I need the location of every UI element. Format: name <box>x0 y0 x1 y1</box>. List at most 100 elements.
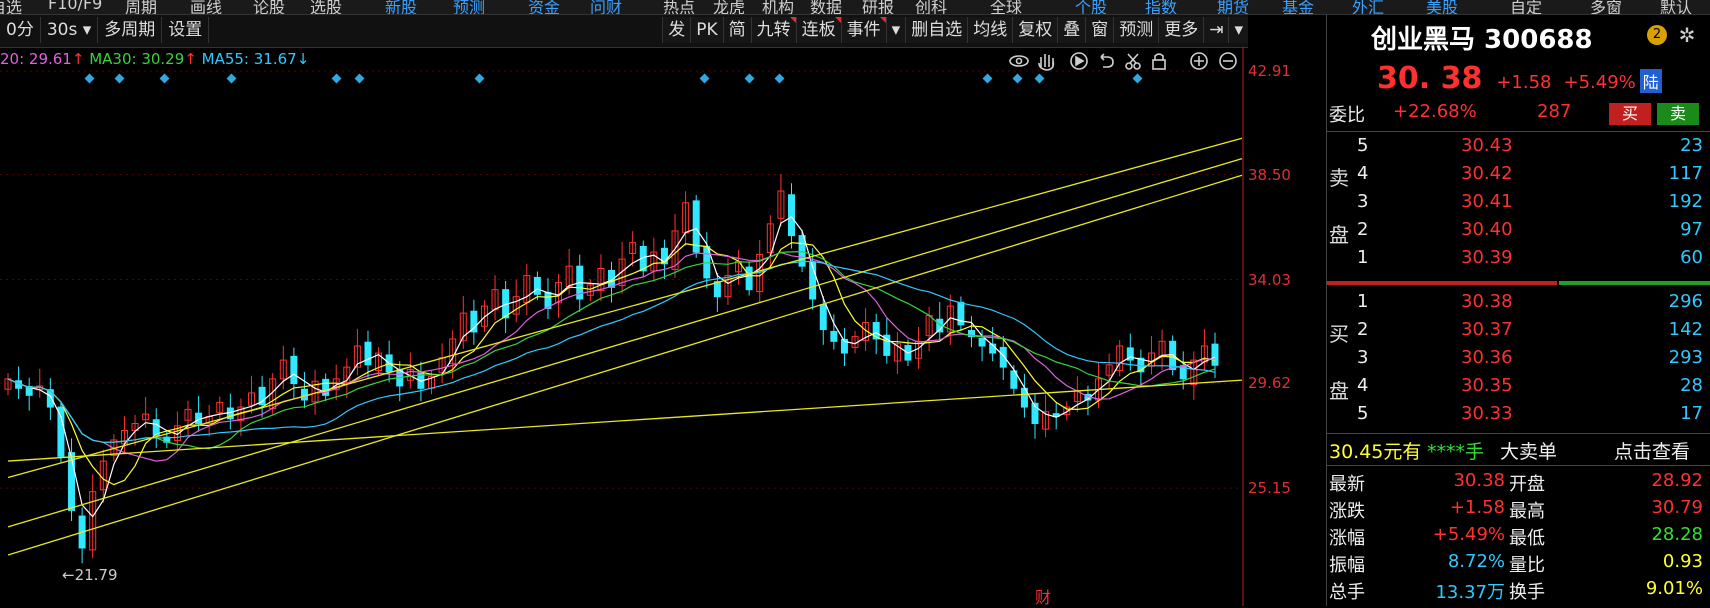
ask-row[interactable]: 2 30.40 97 <box>1327 219 1710 246</box>
toolbar-right-item[interactable]: 九转 <box>750 17 796 43</box>
event-marker-icon <box>354 73 365 84</box>
menu-item[interactable]: 个股 <box>1075 0 1107 14</box>
eye-icon[interactable] <box>1009 55 1029 67</box>
level-badge-icon[interactable]: 2 <box>1647 25 1667 45</box>
toolbar-right-item[interactable]: 简 <box>722 17 751 43</box>
menu-item[interactable]: 资金 <box>528 0 560 14</box>
price-axis-tick: 42.91 <box>1248 62 1291 80</box>
event-marker-icon <box>1012 73 1023 84</box>
toolbar-right-item[interactable]: 连板 <box>795 17 841 43</box>
menu-item[interactable]: 龙虎 <box>713 0 745 14</box>
play-icon[interactable] <box>1070 52 1088 70</box>
ask-row[interactable]: 4 30.42 117 <box>1327 163 1710 190</box>
event-marker-icon <box>114 73 125 84</box>
ask-bid-bar-red <box>1327 281 1557 285</box>
menu-item[interactable]: F10/F9 <box>48 0 102 13</box>
trend-line <box>7 379 1243 462</box>
toolbar-right-item[interactable]: 窗 <box>1085 17 1114 43</box>
menu-item[interactable]: 画线 <box>190 0 222 14</box>
menu-item[interactable]: 选股 <box>310 0 342 14</box>
ask-row[interactable]: 5 30.43 23 <box>1327 135 1710 162</box>
candle-body <box>533 276 541 295</box>
zoom-in-icon[interactable] <box>1190 52 1208 70</box>
toolbar-right-item[interactable]: ▾ <box>885 17 906 43</box>
toolbar-right-item[interactable]: 发 <box>662 17 691 43</box>
sell-button[interactable]: 卖 <box>1657 103 1699 125</box>
menu-item[interactable]: 研报 <box>862 0 894 14</box>
menu-item[interactable]: 全球 <box>990 0 1022 14</box>
toolbar-right-item[interactable]: 预测 <box>1113 17 1159 43</box>
toolbar-right-item[interactable]: 更多 <box>1158 17 1204 43</box>
toolbar-left-item[interactable]: 0分 <box>0 17 41 43</box>
candle-body <box>830 330 838 342</box>
scissors-icon[interactable] <box>1125 53 1141 70</box>
gear-icon[interactable]: ✲ <box>1677 25 1697 45</box>
menu-item[interactable]: 指数 <box>1145 0 1177 14</box>
candle-body <box>46 389 54 408</box>
view-big-order-link[interactable]: 点击查看 <box>1614 437 1690 464</box>
event-marker-icon <box>331 73 342 84</box>
event-marker-icon <box>226 73 237 84</box>
candle-body <box>787 194 795 237</box>
bid-row[interactable]: 3 30.36 293 <box>1327 347 1710 374</box>
menu-item[interactable]: 默认 <box>1660 0 1692 14</box>
menu-item[interactable]: 机构 <box>762 0 794 14</box>
ask-row[interactable]: 3 30.41 192 <box>1327 191 1710 218</box>
lock-icon[interactable] <box>1152 53 1166 70</box>
zoom-out-icon[interactable] <box>1219 52 1237 70</box>
toolbar-left-item[interactable]: 设置 <box>162 17 210 43</box>
price-change: +1.58 <box>1496 72 1552 93</box>
toolbar-right-item[interactable]: PK <box>690 17 723 43</box>
menu-item[interactable]: 多窗 <box>1590 0 1622 14</box>
menu-item[interactable]: 论股 <box>253 0 285 14</box>
big-order-row[interactable]: 30.45元有 ****手 大卖单 点击查看 <box>1327 437 1710 464</box>
hand-icon[interactable] <box>1038 54 1055 71</box>
menu-item[interactable]: 创科 <box>915 0 947 14</box>
undo-icon[interactable] <box>1100 53 1114 68</box>
ask-row[interactable]: 1 30.39 60 <box>1327 247 1710 274</box>
webi-row: 委比 +22.68% 287 买 卖 <box>1327 101 1710 128</box>
toolbar-right-item[interactable]: 复权 <box>1012 17 1058 43</box>
toolbar-right-item[interactable]: 叠 <box>1057 17 1086 43</box>
toolbar-right-group: 发 PK 简九转 连板 事件 ▾ 删自选 均线 复权叠窗预测 更多 ⇥ ▾ <box>662 17 1248 43</box>
toolbar-right-item[interactable]: 均线 <box>967 17 1013 43</box>
stock-title: 创业黑马 300688 <box>1371 25 1593 55</box>
kline-chart[interactable] <box>0 47 1248 606</box>
toolbar-right-item[interactable]: ⇥ <box>1203 17 1229 43</box>
menu-item[interactable]: 期货 <box>1217 0 1249 14</box>
trend-line <box>7 174 1243 556</box>
toolbar-right-item[interactable]: 删自选 <box>905 17 968 43</box>
menu-item[interactable]: 自选 <box>0 0 22 14</box>
menu-item[interactable]: 自定 <box>1510 0 1542 14</box>
bid-row[interactable]: 1 30.38 296 <box>1327 291 1710 318</box>
candle-body <box>713 281 721 298</box>
webi-vol: 287 <box>1537 101 1572 122</box>
bid-row[interactable]: 2 30.37 142 <box>1327 319 1710 346</box>
stat-row: 最新 30.38 开盘 28.92 <box>1329 470 1703 495</box>
menu-item[interactable]: 预测 <box>453 0 485 14</box>
menu-item[interactable]: 热点 <box>663 0 695 14</box>
buy-button[interactable]: 买 <box>1609 103 1651 125</box>
toolbar-right-item[interactable]: 事件 <box>840 17 886 43</box>
menu-item[interactable]: 周期 <box>125 0 157 14</box>
toolbar-left-item[interactable]: 30s ▾ <box>41 17 99 43</box>
menu-item[interactable]: 外汇 <box>1352 0 1384 14</box>
menu-item[interactable]: 美股 <box>1426 0 1458 14</box>
lu-badge[interactable]: 陆 <box>1639 69 1662 93</box>
menu-item[interactable]: 问财 <box>590 0 622 14</box>
bid-row[interactable]: 4 30.35 28 <box>1327 375 1710 402</box>
finance-marker[interactable]: 财 <box>1035 584 1051 608</box>
top-menu-bar: 自选 F10/F9 周期 画线 论股 选股 新股 预测 资金 问财 热点 龙虎 机构 数据 研报 创科 全球 个股… <box>0 0 1710 15</box>
menu-item[interactable]: 基金 <box>1282 0 1314 14</box>
stat-row: 振幅 8.72% 量比 0.93 <box>1329 551 1703 576</box>
toolbar-left-item[interactable]: 多周期 <box>98 17 163 43</box>
toolbar-right-item[interactable]: ▾ <box>1228 17 1248 43</box>
menu-item[interactable]: 新股 <box>385 0 417 14</box>
bid-row[interactable]: 5 30.33 17 <box>1327 403 1710 430</box>
event-marker-icon <box>982 73 993 84</box>
candle-body <box>745 266 753 291</box>
candle-body <box>1211 343 1219 366</box>
menu-item[interactable]: 数据 <box>810 0 842 14</box>
stat-row: 总手 13.37万 换手 9.01% <box>1329 578 1703 603</box>
trend-line <box>7 158 1243 528</box>
